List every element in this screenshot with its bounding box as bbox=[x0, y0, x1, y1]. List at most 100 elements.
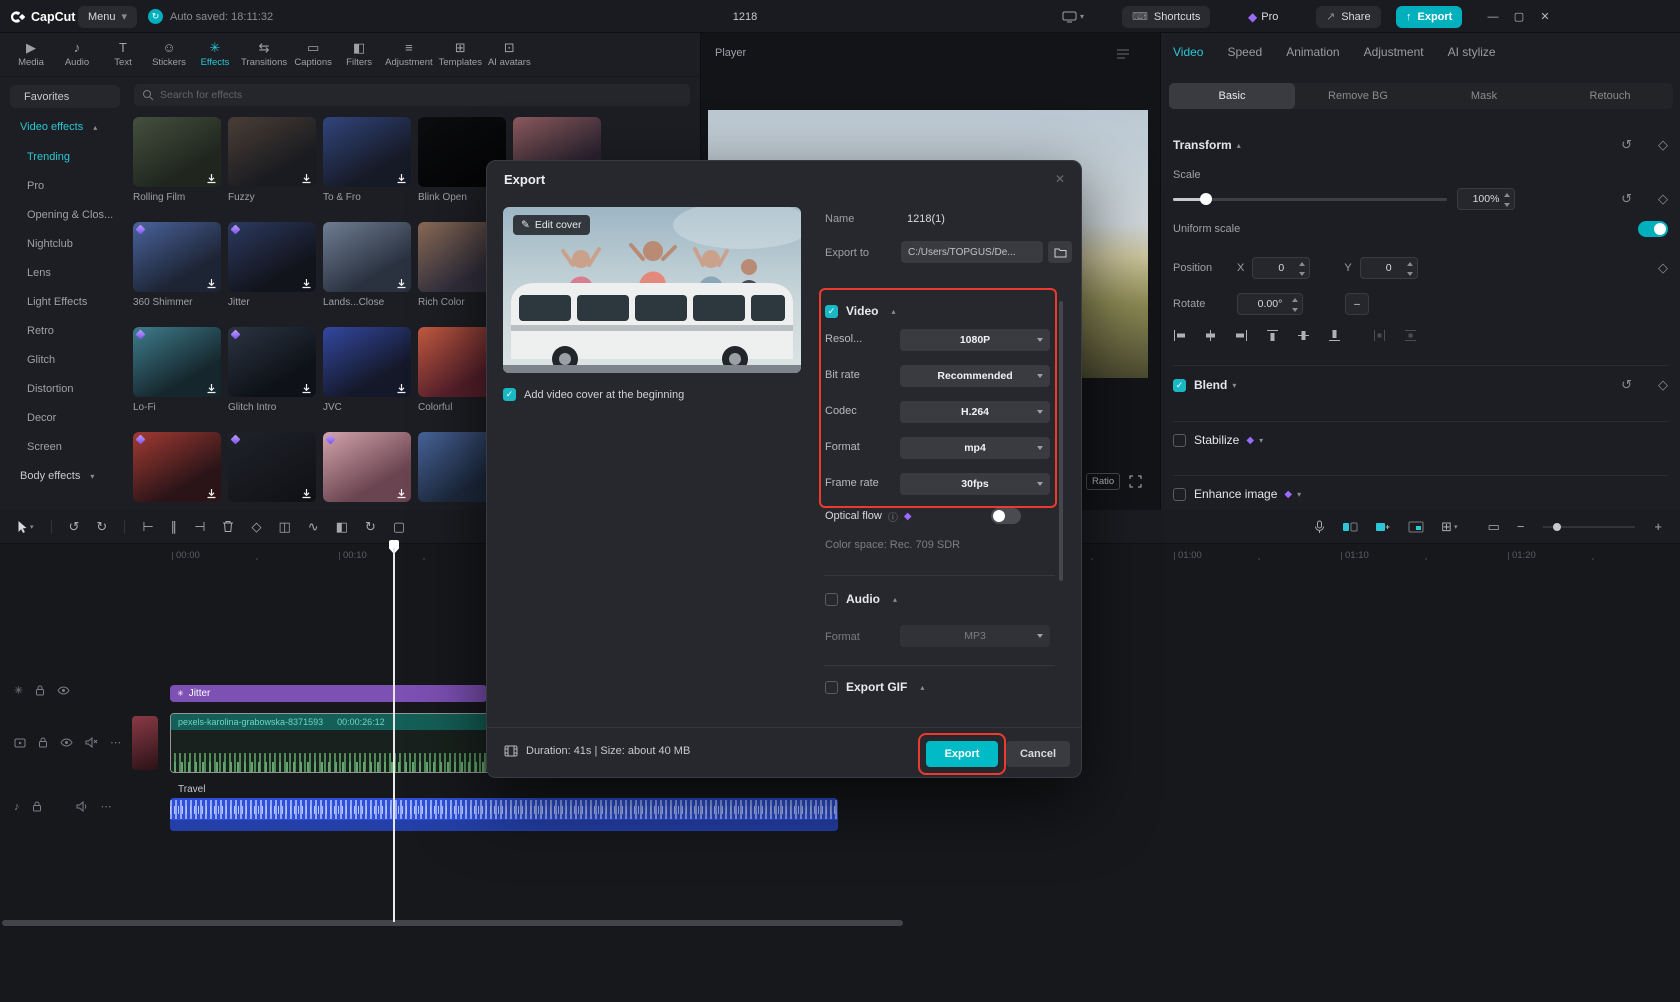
maximize-button[interactable]: ▢ bbox=[1506, 10, 1532, 23]
effect-item[interactable]: Glitch Intro bbox=[228, 327, 316, 413]
download-icon[interactable] bbox=[301, 383, 312, 394]
dialog-scrollbar[interactable] bbox=[1059, 301, 1063, 581]
lock-icon[interactable] bbox=[38, 737, 48, 748]
sidebar-item[interactable]: Glitch bbox=[0, 345, 130, 374]
search-input[interactable] bbox=[160, 89, 690, 101]
align-top-icon[interactable] bbox=[1266, 329, 1279, 342]
reset-icon[interactable]: ↺ bbox=[1621, 137, 1632, 153]
rotate-icon[interactable]: ↻ bbox=[365, 519, 376, 535]
download-icon[interactable] bbox=[206, 488, 217, 499]
fullscreen-icon[interactable] bbox=[1129, 475, 1142, 488]
video-section-header[interactable]: ✓ Video ▴ bbox=[825, 304, 895, 318]
effect-item[interactable]: Lo-Fi bbox=[133, 327, 221, 413]
export-path-box[interactable]: C:/Users/TOPGUS/De... bbox=[901, 241, 1043, 263]
gif-section-header[interactable]: Export GIF ▴ bbox=[825, 680, 924, 694]
browse-folder-button[interactable] bbox=[1048, 241, 1072, 263]
select-tool-icon[interactable]: ▾ bbox=[17, 520, 34, 533]
crop-icon[interactable]: ▢ bbox=[393, 519, 405, 535]
inspector-subtab[interactable]: Mask bbox=[1421, 83, 1547, 109]
timeline-horizontal-scrollbar[interactable] bbox=[2, 920, 903, 926]
keyframe-icon[interactable]: ◇ bbox=[1658, 260, 1668, 276]
dialog-close-icon[interactable]: ✕ bbox=[1055, 172, 1065, 186]
ratio-button[interactable]: Ratio bbox=[1086, 473, 1120, 490]
keyframe-icon[interactable]: ◇ bbox=[1658, 137, 1668, 153]
reset-icon[interactable]: ↺ bbox=[1621, 191, 1632, 207]
stepper-icon[interactable] bbox=[1406, 261, 1414, 277]
timeline-zoom-slider[interactable] bbox=[1541, 521, 1637, 533]
stabilize-header[interactable]: Stabilize ◆ ▾ bbox=[1173, 433, 1668, 447]
stabilize-checkbox[interactable] bbox=[1173, 434, 1186, 447]
download-icon[interactable] bbox=[301, 173, 312, 184]
effect-item[interactable] bbox=[228, 432, 316, 507]
name-value[interactable]: 1218(1) bbox=[907, 213, 945, 225]
ribbon-tab[interactable]: ♪ Audio bbox=[54, 41, 100, 68]
ribbon-tab[interactable]: T Text bbox=[100, 41, 146, 68]
effect-item[interactable]: Rolling Film bbox=[133, 117, 221, 203]
lock-icon[interactable] bbox=[35, 685, 45, 696]
minimize-button[interactable]: — bbox=[1480, 11, 1506, 23]
sidebar-item[interactable]: Screen bbox=[0, 432, 130, 461]
inspector-subtab[interactable]: Retouch bbox=[1547, 83, 1673, 109]
speed-curve-icon[interactable]: ∿ bbox=[308, 519, 319, 535]
inspector-tab[interactable]: AI stylize bbox=[1448, 45, 1496, 59]
effect-item[interactable]: JVC bbox=[323, 327, 411, 413]
download-icon[interactable] bbox=[396, 488, 407, 499]
position-y-box[interactable]: 0 bbox=[1360, 257, 1418, 279]
player-menu-icon[interactable] bbox=[1116, 49, 1130, 59]
menu-button[interactable]: Menu ▾ bbox=[78, 6, 137, 28]
inspector-tab[interactable]: Video bbox=[1173, 45, 1203, 59]
download-icon[interactable] bbox=[396, 173, 407, 184]
setting-dropdown[interactable]: mp4 bbox=[900, 437, 1050, 459]
playhead[interactable] bbox=[389, 540, 399, 922]
hide-track-icon[interactable] bbox=[60, 738, 73, 747]
shortcuts-button[interactable]: ⌨ Shortcuts bbox=[1122, 6, 1210, 28]
zoom-out-icon[interactable]: − bbox=[1517, 519, 1525, 534]
uniform-scale-toggle[interactable] bbox=[1638, 221, 1668, 237]
align-middle-vertical-icon[interactable] bbox=[1297, 329, 1310, 342]
sidebar-item[interactable]: Lens bbox=[0, 258, 130, 287]
record-voiceover-icon[interactable] bbox=[1314, 520, 1325, 534]
ribbon-tab[interactable]: ⊞ Templates bbox=[436, 41, 485, 68]
hide-track-icon[interactable] bbox=[57, 686, 70, 695]
add-cover-checkbox[interactable]: ✓ bbox=[503, 388, 516, 401]
effect-item[interactable]: Jitter bbox=[228, 222, 316, 308]
sidebar-item[interactable]: Nightclub bbox=[0, 229, 130, 258]
stepper-icon[interactable] bbox=[1298, 261, 1306, 277]
split-view-icon[interactable] bbox=[1342, 521, 1358, 533]
close-button[interactable]: ✕ bbox=[1532, 10, 1558, 23]
download-icon[interactable] bbox=[206, 383, 217, 394]
sidebar-item[interactable]: Trending bbox=[0, 142, 130, 171]
setting-dropdown[interactable]: H.264 bbox=[900, 401, 1050, 423]
align-right-icon[interactable] bbox=[1235, 329, 1248, 342]
distribute-vertical-icon[interactable] bbox=[1404, 329, 1417, 342]
split-keep-right-icon[interactable]: ⊣ bbox=[194, 519, 205, 535]
audio-section-header[interactable]: Audio ▴ bbox=[825, 592, 897, 606]
download-icon[interactable] bbox=[206, 173, 217, 184]
effect-item[interactable]: To & Fro bbox=[323, 117, 411, 203]
redo-icon[interactable]: ↻ bbox=[96, 519, 107, 535]
mirror-icon[interactable]: ◧ bbox=[336, 519, 348, 535]
keyframe-icon[interactable]: ◇ bbox=[1658, 191, 1668, 207]
blend-header[interactable]: ✓ Blend ▾ ↺ ◇ bbox=[1173, 377, 1668, 393]
effect-item[interactable]: Lands...Close bbox=[323, 222, 411, 308]
position-x-box[interactable]: 0 bbox=[1252, 257, 1310, 279]
add-track-icon[interactable] bbox=[1375, 521, 1391, 533]
cover-preview[interactable]: ✎ Edit cover bbox=[503, 207, 801, 373]
video-section-checkbox[interactable]: ✓ bbox=[825, 305, 838, 318]
pip-track-icon[interactable] bbox=[1408, 521, 1424, 533]
ribbon-tab[interactable]: ≡ Adjustment bbox=[382, 41, 436, 68]
stepper-icon[interactable] bbox=[1503, 192, 1511, 208]
sidebar-group-video-effects[interactable]: Video effects ▴ bbox=[0, 112, 130, 142]
sidebar-item[interactable]: Distortion bbox=[0, 374, 130, 403]
export-button-top[interactable]: ↑ Export bbox=[1396, 6, 1462, 28]
inspector-tab[interactable]: Speed bbox=[1227, 45, 1262, 59]
more-icon[interactable]: ⋯ bbox=[110, 736, 121, 749]
sidebar-item[interactable]: Decor bbox=[0, 403, 130, 432]
delete-icon[interactable] bbox=[222, 520, 234, 533]
sidebar-item-favorites[interactable]: Favorites bbox=[10, 85, 120, 108]
download-icon[interactable] bbox=[206, 278, 217, 289]
sidebar-item[interactable]: Retro bbox=[0, 316, 130, 345]
inspector-subtab[interactable]: Basic bbox=[1169, 83, 1295, 109]
info-icon[interactable]: ⓘ bbox=[888, 509, 898, 524]
distribute-horizontal-icon[interactable] bbox=[1373, 329, 1386, 342]
